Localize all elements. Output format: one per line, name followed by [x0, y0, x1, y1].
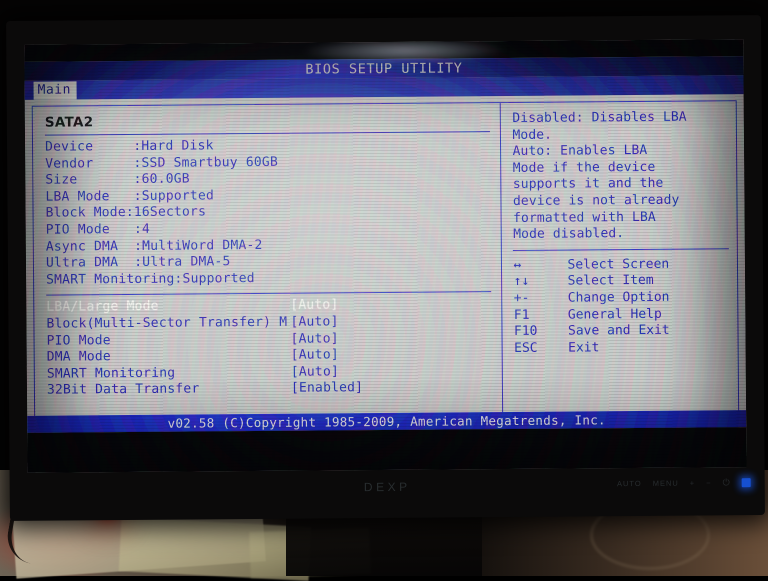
legend-key: F1 [514, 307, 568, 324]
legend-description: General Help [568, 306, 662, 323]
settings-list: LBA/Large Mode[Auto]Block(Multi-Sector T… [46, 296, 502, 399]
legend-row: ↑↓Select Item [514, 273, 738, 291]
screen-letterbox-bottom [27, 427, 746, 473]
help-line: formatted with LBA [513, 209, 709, 227]
legend-description: Select Screen [567, 257, 669, 274]
setting-label: SMART Monitoring [47, 364, 291, 383]
help-line: Disabled: Disables LBA [512, 109, 708, 127]
setting-label: 32Bit Data Transfer [47, 381, 291, 400]
bios-setup-utility: BIOS SETUP UTILITY Main SATA2 Device :Ha… [24, 39, 746, 473]
setting-value[interactable]: [Enabled] [291, 380, 363, 397]
right-pane: Disabled: Disables LBAMode.Auto: Enables… [501, 101, 738, 428]
legend-key: ↔ [513, 257, 567, 274]
photo-scene: BIOS SETUP UTILITY Main SATA2 Device :Ha… [0, 0, 768, 576]
setting-value[interactable]: [Auto] [291, 364, 339, 381]
help-line: Mode. [512, 126, 708, 144]
help-line: supports it and the [513, 176, 709, 194]
setting-value[interactable]: [Auto] [290, 314, 338, 331]
legend-description: Exit [568, 340, 599, 357]
content-area: SATA2 Device :Hard DiskVendor :SSD Smart… [25, 94, 747, 433]
monitor-button-minus[interactable]: − [706, 478, 711, 487]
drive-info-row: SMART Monitoring:Supported [46, 269, 502, 289]
monitor-button-menu[interactable]: MENU [653, 479, 679, 488]
legend-description: Change Option [568, 290, 670, 307]
setting-label: DMA Mode [47, 348, 291, 367]
legend-row: F10Save and Exit [514, 322, 738, 340]
legend-description: Save and Exit [568, 323, 670, 340]
divider [46, 292, 491, 296]
help-line: Auto: Enables LBA [513, 143, 709, 161]
legend-key: ESC [514, 340, 568, 357]
legend-key: ↑↓ [514, 274, 568, 291]
monitor-button-plus[interactable]: + [690, 479, 695, 488]
divider [45, 131, 490, 135]
legend-row: F1General Help [514, 306, 738, 324]
monitor-screen: BIOS SETUP UTILITY Main SATA2 Device :Ha… [24, 39, 746, 473]
legend-key: F10 [514, 324, 568, 341]
divider [513, 248, 729, 251]
setting-row[interactable]: 32Bit Data Transfer[Enabled] [47, 379, 503, 399]
monitor-power-led [742, 478, 751, 487]
legend-row: ↔Select Screen [513, 256, 737, 274]
setting-label: LBA/Large Mode [46, 298, 290, 317]
monitor-body: BIOS SETUP UTILITY Main SATA2 Device :Ha… [6, 15, 765, 521]
legend-row: +-Change Option [514, 289, 738, 307]
monitor-button-auto[interactable]: AUTO [617, 479, 642, 488]
setting-value[interactable]: [Auto] [290, 331, 338, 348]
setting-label: Block(Multi-Sector Transfer) M [46, 315, 290, 334]
legend-description: Select Item [568, 273, 654, 290]
help-text: Disabled: Disables LBAMode.Auto: Enables… [512, 109, 709, 243]
monitor-power-button[interactable]: ⏻ [723, 477, 731, 488]
help-line: device is not already [513, 192, 709, 210]
help-line: Mode disabled. [513, 226, 709, 244]
setting-label: PIO Mode [47, 331, 291, 350]
drive-info-list: Device :Hard DiskVendor :SSD Smartbuy 60… [45, 136, 502, 289]
key-legend: ↔Select Screen↑↓Select Item+-Change Opti… [513, 256, 737, 357]
drive-group-label: SATA2 [45, 111, 501, 131]
monitor-button-row: AUTO MENU + − ⏻ [617, 477, 751, 489]
legend-key: +- [514, 291, 568, 308]
setting-value[interactable]: [Auto] [290, 298, 338, 315]
help-line: Mode if the device [513, 159, 709, 177]
legend-row: ESCExit [514, 339, 738, 357]
page-title: BIOS SETUP UTILITY [305, 60, 462, 77]
setting-value[interactable]: [Auto] [291, 347, 339, 364]
tab-main[interactable]: Main [34, 81, 77, 99]
content-frame: SATA2 Device :Hard DiskVendor :SSD Smart… [32, 100, 740, 433]
left-pane: SATA2 Device :Hard DiskVendor :SSD Smart… [33, 103, 503, 432]
